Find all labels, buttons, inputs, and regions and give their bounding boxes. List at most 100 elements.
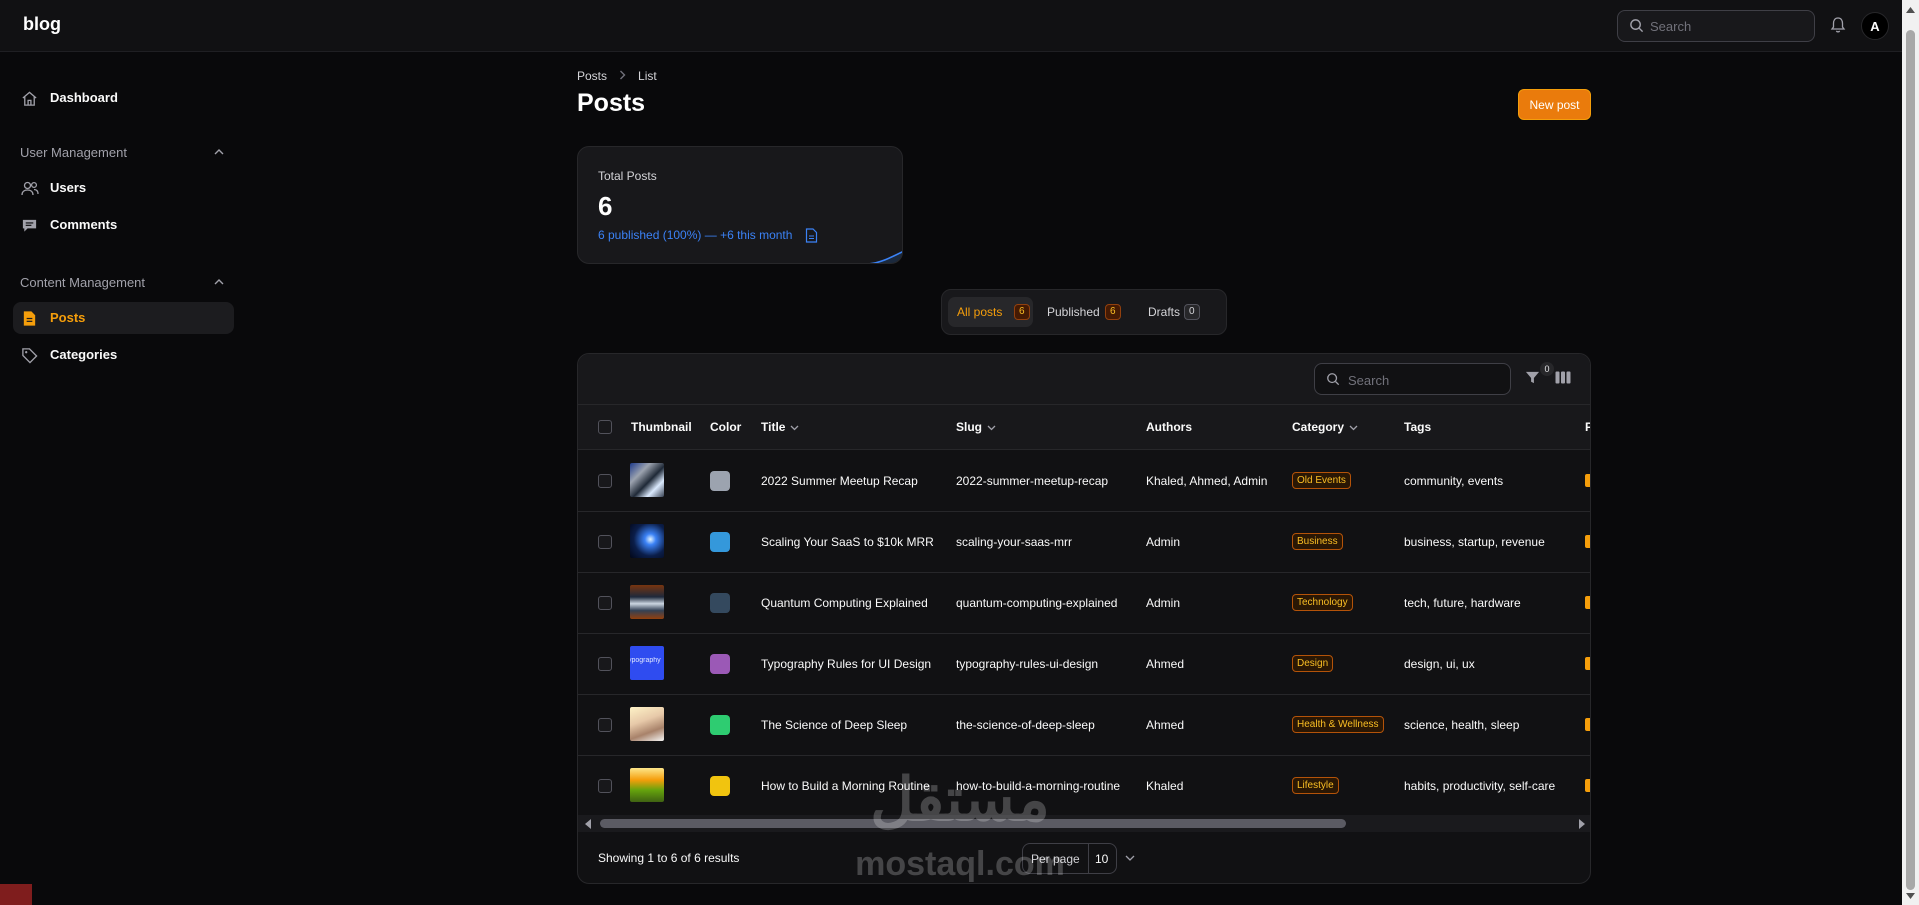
columns-icon[interactable] [1555,371,1571,384]
post-tags: science, health, sleep [1404,718,1520,732]
tab-label: Published [1047,305,1100,319]
row-checkbox[interactable] [598,779,612,793]
post-title: The Science of Deep Sleep [761,718,908,732]
post-tags: tech, future, hardware [1404,596,1521,610]
post-thumbnail: typography [630,646,664,680]
chevron-right-icon [619,69,626,83]
post-tags: community, events [1404,474,1504,488]
new-post-button[interactable]: New post [1518,89,1591,120]
row-checkbox[interactable] [598,657,612,671]
table-row[interactable]: The Science of Deep Sleep the-science-of… [578,695,1590,756]
sidebar-item-comments[interactable]: Comments [13,209,234,241]
corner-indicator [0,884,32,905]
chevron-up-icon[interactable] [214,148,224,156]
post-title: Scaling Your SaaS to $10k MRR [761,535,934,549]
tab-label: All posts [957,305,1003,319]
sidebar-item-categories[interactable]: Categories [13,339,234,371]
truncated-badge [1585,718,1590,731]
per-page-value: 10 [1095,852,1109,866]
table-row[interactable]: How to Build a Morning Routine how-to-bu… [578,756,1590,817]
breadcrumb-item-list: List [638,68,657,83]
post-status-tabs: All posts 6 Published 6 Drafts 0 [941,289,1227,335]
post-slug: typography-rules-ui-design [956,657,1099,671]
post-title: How to Build a Morning Routine [761,779,930,793]
table-row[interactable]: Scaling Your SaaS to $10k MRR scaling-yo… [578,512,1590,573]
post-authors: Admin [1146,596,1181,610]
truncated-badge [1585,657,1590,670]
post-thumbnail [630,768,664,802]
stat-label: Total Posts [598,169,657,183]
color-swatch [710,471,730,491]
global-search-input[interactable] [1650,16,1805,36]
search-icon [1327,373,1340,386]
tab-count-badge: 6 [1105,304,1121,320]
row-checkbox[interactable] [598,535,612,549]
horizontal-scrollbar[interactable] [578,815,1590,832]
post-authors: Admin [1146,535,1181,549]
sidebar-item-posts[interactable]: Posts [13,302,234,334]
sidebar-item-label: Users [50,180,87,195]
post-slug: quantum-computing-explained [956,596,1118,610]
chevron-up-icon[interactable] [214,278,224,286]
column-header-color: Color [710,420,742,434]
post-title: Quantum Computing Explained [761,596,928,610]
row-checkbox[interactable] [598,596,612,610]
select-all-checkbox[interactable] [598,420,612,434]
table-row[interactable]: typography Typography Rules for UI Desig… [578,634,1590,695]
truncated-badge [1585,474,1590,487]
brand-logo[interactable]: blog [23,14,61,35]
row-checkbox[interactable] [598,718,612,732]
search-icon [1630,19,1644,33]
pagination-summary: Showing 1 to 6 of 6 results [598,851,740,865]
sidebar-group-user-management[interactable]: User Management [20,145,127,160]
scrollbar-thumb[interactable] [1906,30,1915,890]
thumbnail-text: typography [630,657,661,664]
chevron-down-icon [1349,425,1358,431]
tab-published[interactable]: Published 6 [1038,297,1126,327]
scroll-left-icon[interactable] [584,819,592,829]
filter-icon[interactable] [1525,370,1540,385]
scroll-right-icon[interactable] [1578,819,1586,829]
sidebar-item-users[interactable]: Users [13,172,234,204]
category-badge: Health & Wellness [1292,716,1384,733]
table-header: Thumbnail Color Title Slug Authors Categ… [578,405,1590,450]
table-search[interactable] [1314,363,1511,395]
table-row[interactable]: Quantum Computing Explained quantum-comp… [578,573,1590,634]
scrollbar-thumb[interactable] [600,819,1346,828]
bell-icon[interactable] [1829,16,1847,34]
post-tags: habits, productivity, self-care [1404,779,1556,793]
column-header-category[interactable]: Category [1292,420,1358,434]
breadcrumb-item-posts[interactable]: Posts [577,69,607,83]
color-swatch [710,715,730,735]
tab-all-posts[interactable]: All posts 6 [948,297,1033,327]
truncated-badge [1585,596,1590,609]
post-authors: Khaled [1146,779,1184,793]
category-badge: Lifestyle [1292,777,1339,794]
breadcrumb: Posts List [577,68,657,83]
table-toolbar: 0 [578,354,1590,405]
sidebar-item-dashboard[interactable]: Dashboard [13,82,234,114]
column-header-label: Title [761,420,786,434]
table-search-input[interactable] [1348,370,1498,390]
post-slug: 2022-summer-meetup-recap [956,474,1109,488]
post-authors: Khaled, Ahmed, Admin [1146,474,1268,488]
table-row[interactable]: 2022 Summer Meetup Recap 2022-summer-mee… [578,451,1590,512]
chevron-down-icon[interactable] [1125,855,1135,861]
per-page-select[interactable]: Per page 10 [1022,843,1117,874]
row-checkbox[interactable] [598,474,612,488]
column-header-truncated: P [1585,420,1590,434]
color-swatch [710,532,730,552]
sidebar-item-label: Posts [50,310,86,325]
global-search[interactable] [1617,10,1815,42]
tab-drafts[interactable]: Drafts 0 [1139,297,1221,327]
sidebar-group-content-management[interactable]: Content Management [20,275,145,290]
avatar[interactable]: A [1861,12,1889,40]
column-header-slug[interactable]: Slug [956,420,996,434]
vertical-scrollbar[interactable] [1902,0,1919,905]
column-header-title[interactable]: Title [761,420,799,434]
chevron-down-icon [987,425,996,431]
posts-table: 0 Thumbnail Color Title Slug Authors Cat… [577,353,1591,884]
scroll-up-icon[interactable] [1906,6,1915,13]
scroll-down-icon[interactable] [1906,893,1915,900]
post-slug: how-to-build-a-morning-routine [956,779,1121,793]
